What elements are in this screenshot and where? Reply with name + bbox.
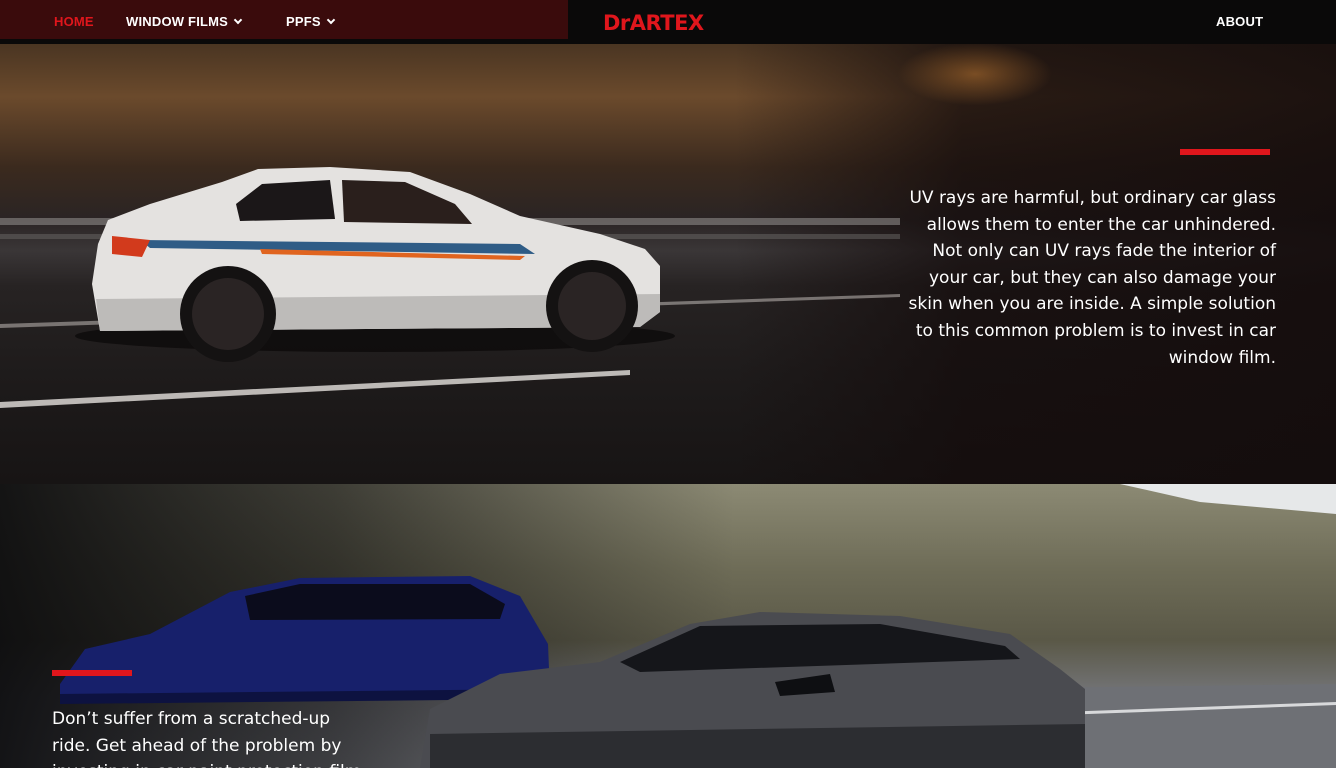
nav-window-films-link[interactable]: WINDOW FILMS xyxy=(126,14,243,29)
nav-ppfs-link[interactable]: PPFS xyxy=(286,14,336,29)
accent-bar xyxy=(1180,149,1270,155)
nav-about-link[interactable]: ABOUT xyxy=(1216,14,1263,29)
chevron-down-icon xyxy=(326,15,336,25)
accent-bar xyxy=(52,670,132,676)
top-navigation: HOME WINDOW FILMS PPFS DrARTEX ABOUT xyxy=(0,0,1336,44)
chevron-down-icon xyxy=(233,15,243,25)
hero-section-window-film: UV rays are harmful, but ordinary car gl… xyxy=(0,44,1336,484)
nav-home-link[interactable]: HOME xyxy=(54,14,94,29)
window-film-description: UV rays are harmful, but ordinary car gl… xyxy=(908,188,1276,368)
hero-section-paint-protection: Don’t suffer from a scratched-up ride. G… xyxy=(0,484,1336,768)
nav-ppfs-label: PPFS xyxy=(286,14,321,29)
paint-protection-description: Don’t suffer from a scratched-up ride. G… xyxy=(52,709,361,768)
site-logo[interactable]: DrARTEX xyxy=(603,11,704,35)
nav-window-films-label: WINDOW FILMS xyxy=(126,14,229,29)
